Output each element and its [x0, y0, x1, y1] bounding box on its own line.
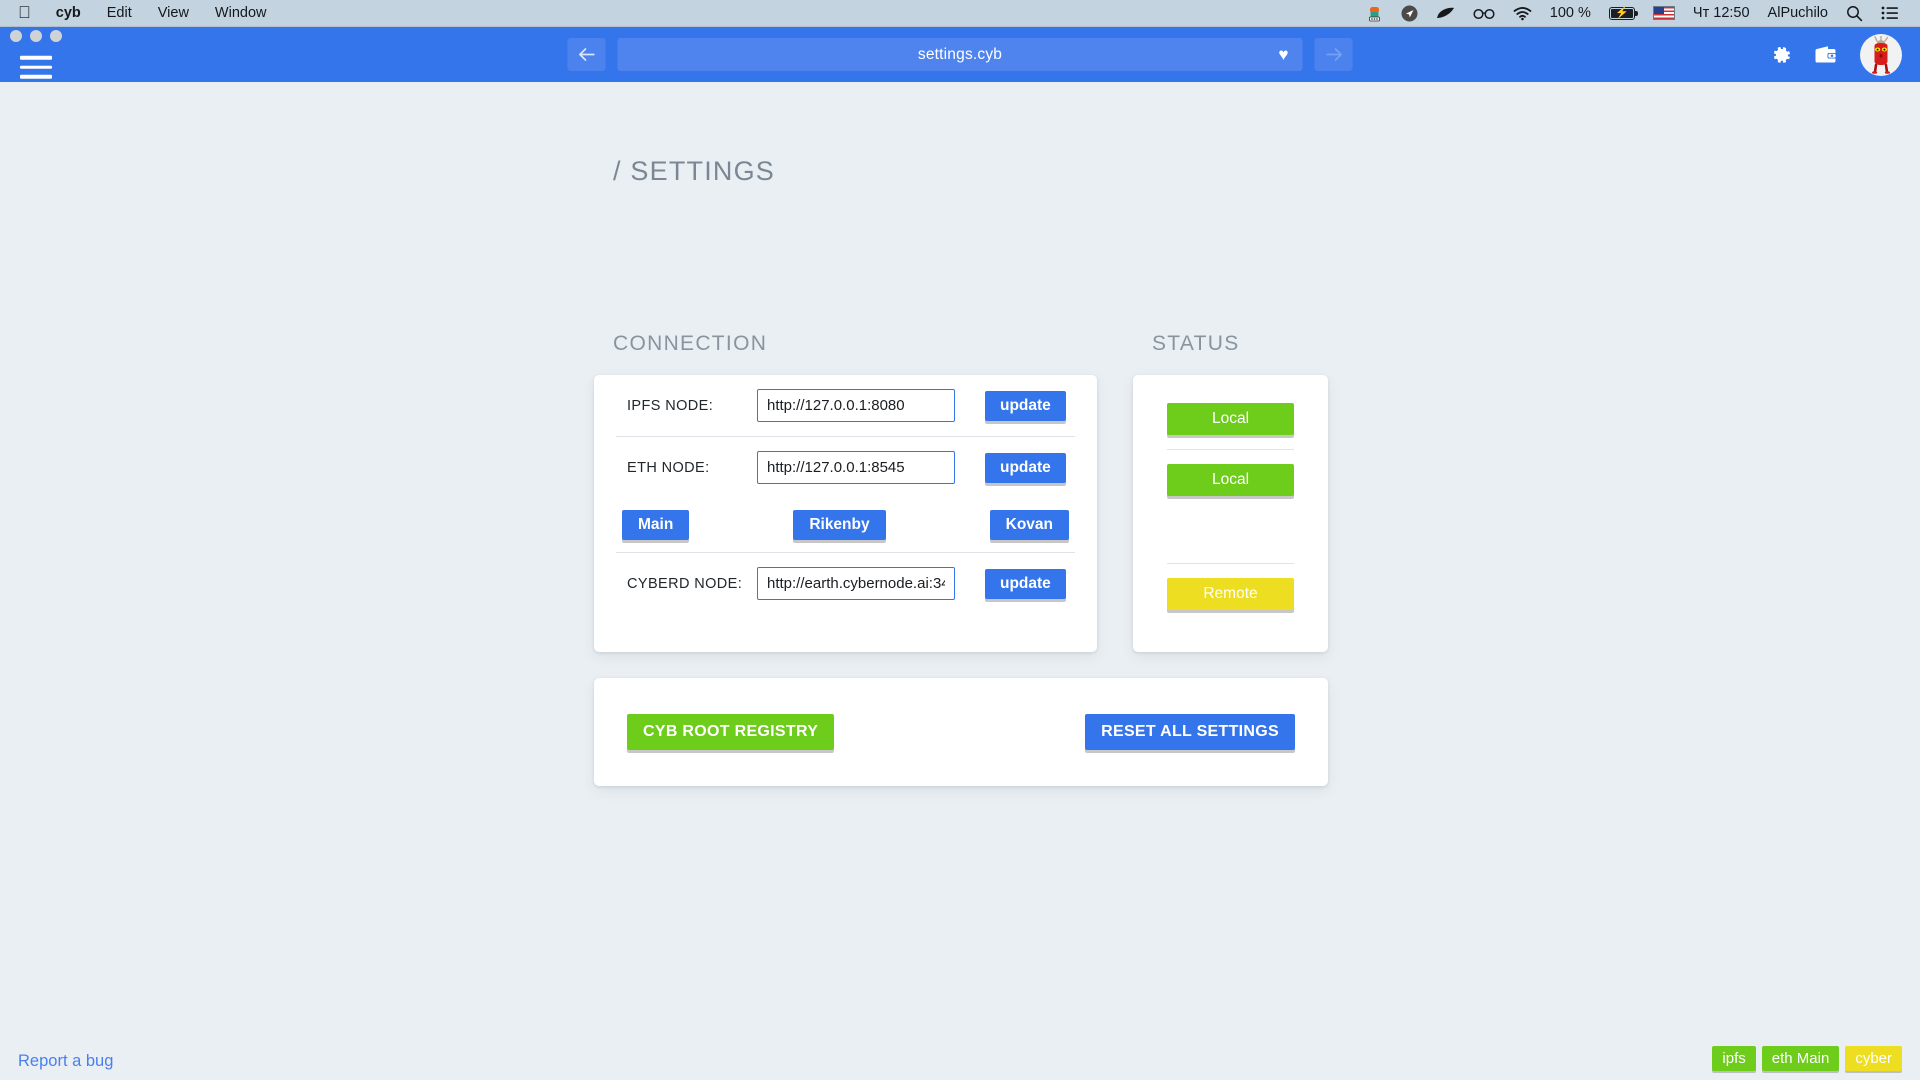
eth-node-update-button[interactable]: update: [985, 452, 1066, 483]
status-ipfs-badge[interactable]: Local: [1167, 403, 1294, 435]
control-center-icon[interactable]: [1872, 6, 1908, 20]
connection-card: IPFS NODE: update ETH NODE: update Main …: [594, 375, 1097, 652]
menu-bar-status-items: 100 % ⚡ Чт 12:50 AlPuchilo: [1357, 0, 1920, 27]
cyberd-node-row: CYBERD NODE: update: [594, 553, 1097, 614]
network-main-button[interactable]: Main: [622, 510, 690, 540]
window-maximize-button[interactable]: [50, 30, 62, 42]
window-controls: [10, 30, 62, 42]
back-button[interactable]: [567, 38, 606, 71]
menu-bar-app-menus:  cyb Edit View Window: [0, 0, 280, 27]
us-flag-icon[interactable]: [1644, 6, 1684, 20]
cyb-root-registry-button[interactable]: CYB ROOT REGISTRY: [627, 714, 835, 750]
network-rikenby-button[interactable]: Rikenby: [793, 510, 886, 540]
cyberd-node-update-button[interactable]: update: [985, 568, 1066, 599]
window-minimize-button[interactable]: [30, 30, 42, 42]
wifi-icon[interactable]: [1504, 6, 1541, 21]
badge-eth-network[interactable]: eth Main: [1761, 1046, 1840, 1071]
search-icon[interactable]: [1837, 5, 1872, 22]
eth-node-row: ETH NODE: update: [594, 437, 1097, 498]
menu-item-edit[interactable]: Edit: [94, 0, 145, 27]
glasses-icon[interactable]: [1464, 7, 1504, 20]
status-cyberd-badge[interactable]: Remote: [1167, 578, 1294, 610]
address-bar[interactable]: settings.cyb ♥: [617, 38, 1303, 71]
macos-menu-bar:  cyb Edit View Window: [0, 0, 1920, 27]
actions-card: CYB ROOT REGISTRY RESET ALL SETTINGS: [594, 678, 1328, 786]
eth-node-label: ETH NODE:: [627, 459, 710, 476]
ipfs-node-input[interactable]: [757, 389, 955, 422]
connection-status-badges: ipfs eth Main cyber: [1712, 1046, 1902, 1071]
forward-button[interactable]: [1314, 38, 1353, 71]
network-kovan-button[interactable]: Kovan: [989, 510, 1069, 540]
battery-charging-icon[interactable]: ⚡: [1600, 6, 1644, 20]
robot-avatar[interactable]: [1860, 33, 1902, 76]
ipfs-node-update-button[interactable]: update: [985, 390, 1066, 421]
wallet-icon[interactable]: [1814, 45, 1838, 65]
badge-ipfs[interactable]: ipfs: [1712, 1046, 1756, 1071]
menu-item-window[interactable]: Window: [202, 0, 280, 27]
address-bar-url: settings.cyb: [917, 45, 1003, 63]
browser-toolbar: settings.cyb ♥: [0, 27, 1920, 82]
badge-cyber[interactable]: cyber: [1845, 1046, 1902, 1071]
cyberd-node-input[interactable]: [757, 567, 955, 600]
page-title: / SETTINGS: [613, 156, 776, 186]
hamburger-menu-icon[interactable]: [20, 55, 52, 79]
network-selector-row: Main Rikenby Kovan: [594, 498, 1097, 552]
connection-section-label: CONNECTION: [613, 332, 768, 355]
navigation-zone: settings.cyb ♥: [567, 38, 1353, 71]
status-divider: [1167, 449, 1294, 450]
heart-icon[interactable]: ♥: [1278, 46, 1288, 63]
status-divider: [1167, 563, 1294, 564]
window-close-button[interactable]: [10, 30, 22, 42]
reset-all-settings-button[interactable]: RESET ALL SETTINGS: [1085, 714, 1295, 750]
menu-bar-username[interactable]: AlPuchilo: [1759, 0, 1837, 27]
battery-percent-label: 100 %: [1549, 4, 1591, 21]
menu-bar-clock[interactable]: Чт 12:50: [1684, 0, 1759, 27]
apple-icon[interactable]: : [14, 0, 43, 26]
ipfs-node-row: IPFS NODE: update: [594, 375, 1097, 436]
feather-icon[interactable]: [1427, 6, 1464, 21]
menu-item-view[interactable]: View: [145, 0, 202, 27]
toolbar-right-actions: [1770, 33, 1902, 76]
status-section-label: STATUS: [1152, 332, 1240, 355]
status-eth-badge[interactable]: Local: [1167, 464, 1294, 496]
menu-item-cyb[interactable]: cyb: [43, 0, 94, 27]
location-arrow-icon[interactable]: [1392, 5, 1427, 22]
ipfs-node-label: IPFS NODE:: [627, 397, 714, 414]
dropbox-tray-icon[interactable]: [1357, 5, 1392, 22]
eth-node-input[interactable]: [757, 451, 955, 484]
report-a-bug-link[interactable]: Report a bug: [18, 1052, 113, 1071]
status-card: Local Local Remote: [1133, 375, 1328, 652]
gear-icon[interactable]: [1770, 44, 1792, 66]
page-content: / SETTINGS CONNECTION STATUS IPFS NODE: …: [0, 82, 1920, 1080]
cyberd-node-label: CYBERD NODE:: [627, 575, 743, 592]
